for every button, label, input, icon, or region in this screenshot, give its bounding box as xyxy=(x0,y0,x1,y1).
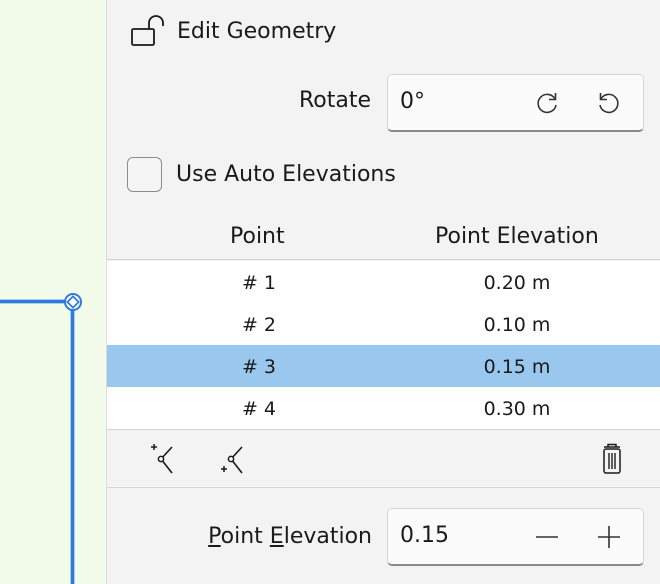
table-row[interactable]: # 2 0.10 m xyxy=(107,303,660,345)
table-row[interactable]: # 1 0.20 m xyxy=(107,261,660,303)
vertex-handle-icon[interactable] xyxy=(64,293,82,311)
table-row[interactable]: # 4 0.30 m xyxy=(107,387,660,429)
map-canvas[interactable] xyxy=(0,0,107,584)
point-cell: # 2 xyxy=(241,314,277,336)
geometry-edge-top[interactable] xyxy=(0,300,74,303)
geometry-edge-right[interactable] xyxy=(71,302,74,584)
point-cell: # 4 xyxy=(241,398,277,420)
increment-plus-icon[interactable] xyxy=(594,522,624,552)
rotate-counterclockwise-icon[interactable] xyxy=(594,88,624,118)
elevation-cell: 0.15 m xyxy=(483,356,551,378)
point-cell: # 3 xyxy=(241,356,277,378)
insert-point-before-icon[interactable] xyxy=(147,442,181,476)
insert-point-after-icon[interactable] xyxy=(217,442,251,476)
auto-elevations-label[interactable]: Use Auto Elevations xyxy=(176,162,396,187)
column-header-point-elevation[interactable]: Point Elevation xyxy=(435,224,599,249)
point-elevation-value[interactable]: 0.15 xyxy=(400,523,449,548)
delete-point-trash-icon[interactable] xyxy=(595,442,629,476)
rotate-clockwise-icon[interactable] xyxy=(532,88,562,118)
elevation-cell: 0.30 m xyxy=(483,398,551,420)
auto-elevations-row[interactable]: Use Auto Elevations xyxy=(127,157,396,192)
point-elevation-label: Point Elevation xyxy=(208,524,372,549)
panel-title: Edit Geometry xyxy=(177,18,337,44)
point-cell: # 1 xyxy=(241,272,277,294)
auto-elevations-checkbox[interactable] xyxy=(127,157,162,192)
column-header-point[interactable]: Point xyxy=(230,224,285,249)
rotate-value[interactable]: 0° xyxy=(400,89,425,114)
unlocked-padlock-icon[interactable] xyxy=(129,12,167,50)
point-elevation-input[interactable]: 0.15 xyxy=(387,508,644,566)
elevation-cell: 0.20 m xyxy=(483,272,551,294)
point-toolbar xyxy=(107,431,660,488)
panel-header: Edit Geometry xyxy=(129,12,336,50)
table-header: Point Point Elevation xyxy=(107,216,660,260)
edit-geometry-panel: Edit Geometry Rotate 0° Use Auto Elevati… xyxy=(107,0,660,584)
points-table: # 1 0.20 m # 2 0.10 m # 3 0.15 m # 4 0.3… xyxy=(107,261,660,430)
elevation-cell: 0.10 m xyxy=(483,314,551,336)
table-row-selected[interactable]: # 3 0.15 m xyxy=(107,345,660,387)
decrement-minus-icon[interactable] xyxy=(532,522,562,552)
rotate-label: Rotate xyxy=(298,88,371,113)
rotate-input[interactable]: 0° xyxy=(387,74,644,132)
